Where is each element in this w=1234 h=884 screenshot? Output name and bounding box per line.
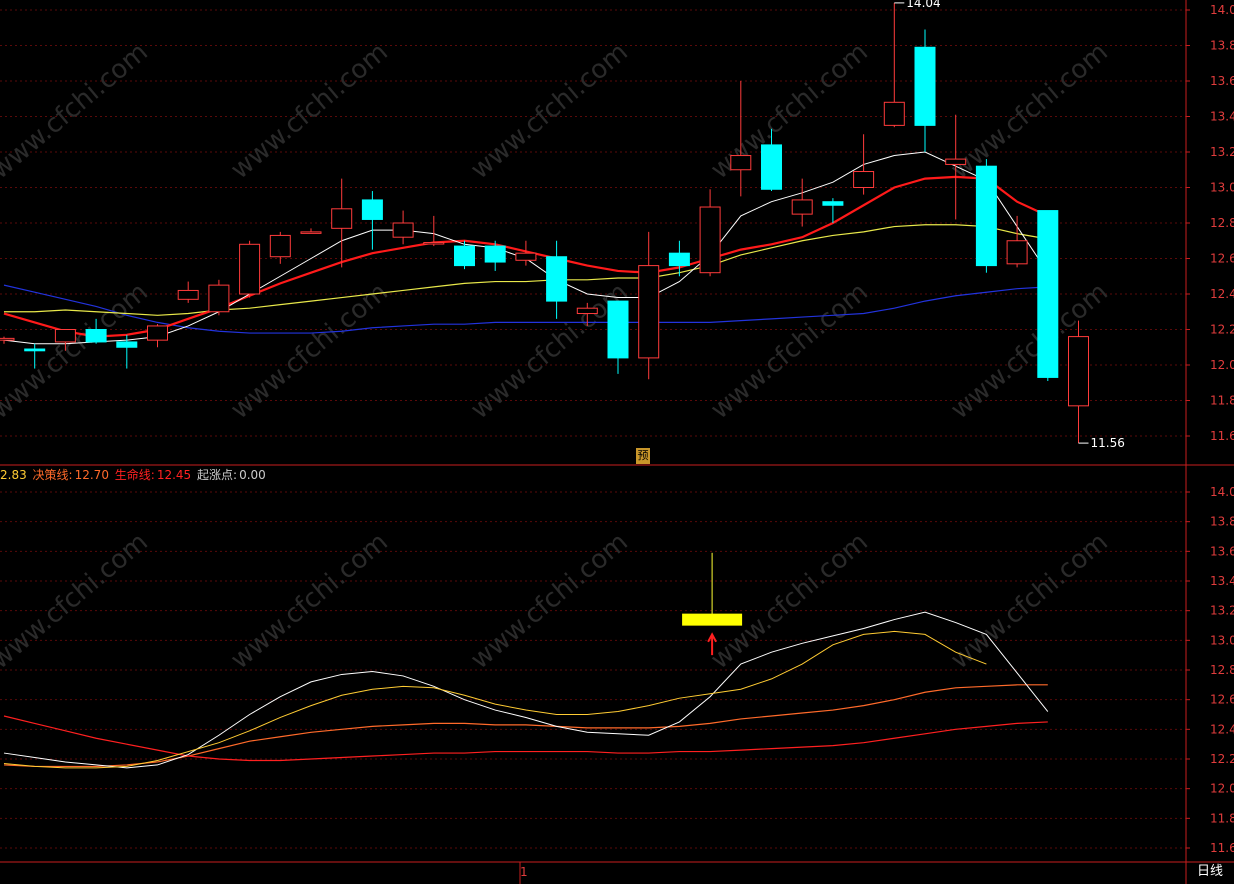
main-y-tick-label: 13.40 xyxy=(1210,110,1234,124)
candle-body-up xyxy=(791,199,813,215)
main-y-tick-label: 12.20 xyxy=(1210,323,1234,337)
partial-indicator-value: 2.83 xyxy=(0,468,27,482)
candle-body-up xyxy=(300,231,322,234)
watermark: www.cfchi.com xyxy=(705,277,874,425)
watermark: www.cfchi.com xyxy=(0,277,154,425)
signal-bar xyxy=(682,613,743,626)
lower-y-tick-label: 12.60 xyxy=(1210,693,1234,707)
main-y-tick-label: 11.80 xyxy=(1210,394,1234,408)
candle-body-up xyxy=(0,337,15,341)
candle-body-up xyxy=(576,307,598,315)
candle-body-up xyxy=(945,158,967,165)
candle-body-down xyxy=(761,144,782,190)
watermark: www.cfchi.com xyxy=(945,37,1114,185)
lower-y-tick-label: 13.20 xyxy=(1210,604,1234,618)
candle-body-down xyxy=(85,329,107,343)
watermark: www.cfchi.com xyxy=(225,527,394,675)
candle-body-up xyxy=(331,208,353,229)
lower-y-tick-label: 12.20 xyxy=(1210,752,1234,766)
watermark: www.cfchi.com xyxy=(0,37,154,185)
main-y-tick-label: 13.20 xyxy=(1210,145,1234,159)
decision-line xyxy=(3,684,1048,768)
watermark: www.cfchi.com xyxy=(705,527,874,675)
candle-body-up xyxy=(208,284,230,313)
candle-body-down xyxy=(361,199,383,220)
candle-body-up xyxy=(1068,336,1089,407)
lower-y-tick-label: 12.80 xyxy=(1210,663,1234,677)
lower-y-tick-label: 13.80 xyxy=(1210,515,1234,529)
candle-body-up xyxy=(239,243,261,295)
main-y-tick-label: 12.60 xyxy=(1210,252,1234,266)
candle-body-down xyxy=(668,252,690,267)
watermark: www.cfchi.com xyxy=(0,527,154,675)
candle-body-down xyxy=(975,165,997,267)
lower-y-tick-label: 12.00 xyxy=(1210,782,1234,796)
watermark: www.cfchi.com xyxy=(225,37,394,185)
watermark: www.cfchi.com xyxy=(225,277,394,425)
watermark: www.cfchi.com xyxy=(465,37,634,185)
candle-body-up xyxy=(392,222,414,238)
period-selector[interactable]: 日线 xyxy=(1186,862,1234,884)
life-line-value: 12.45 xyxy=(156,468,192,482)
candle-body-down xyxy=(116,341,138,348)
candle-body-down xyxy=(484,245,506,263)
life-line xyxy=(3,715,1048,762)
candle-body-up xyxy=(638,265,660,359)
main-y-tick-label: 13.60 xyxy=(1210,74,1234,88)
candle-body-up xyxy=(177,289,199,300)
lower-y-tick-label: 11.80 xyxy=(1210,811,1234,825)
main-y-tick-label: 12.80 xyxy=(1210,216,1234,230)
candle-body-up xyxy=(269,234,291,258)
lower-y-tick-label: 13.00 xyxy=(1210,633,1234,647)
high-annotation: 14.04 xyxy=(906,0,940,10)
low-annotation: 11.56 xyxy=(1091,436,1125,450)
main-y-tick-label: 12.00 xyxy=(1210,358,1234,372)
main-y-tick-label: 12.40 xyxy=(1210,287,1234,301)
ma20-line xyxy=(4,224,1048,316)
candle-body-down xyxy=(454,245,475,267)
main-y-tick-label: 13.80 xyxy=(1210,39,1234,53)
indicator-bar: 2.83 决策线: 12.70 生命线: 12.45 起涨点: 0.00 xyxy=(0,466,268,483)
candle-body-up xyxy=(147,325,168,341)
chart-canvas: www.cfchi.com www.cfchi.com www.cfchi.com w… xyxy=(0,0,1234,884)
main-y-tick-label: 11.60 xyxy=(1210,429,1234,443)
candle-body-up xyxy=(1006,240,1028,265)
lower-y-tick-label: 13.40 xyxy=(1210,574,1234,588)
candle-body-up xyxy=(54,329,76,343)
lower-y-tick-label: 14.00 xyxy=(1210,485,1234,499)
lower-y-tick-label: 13.60 xyxy=(1210,544,1234,558)
candle-body-down xyxy=(607,300,629,359)
candle-body-down xyxy=(1037,210,1059,378)
candle-body-up xyxy=(853,171,875,188)
candle-body-down xyxy=(822,201,844,206)
candle-body-down xyxy=(546,256,568,302)
candle-body-down xyxy=(914,46,936,126)
decision-line-label: 决策线: xyxy=(32,468,73,482)
candle-body-up xyxy=(730,155,752,171)
lower-y-tick-label: 12.40 xyxy=(1210,722,1234,736)
start-point-label: 起涨点: xyxy=(197,468,238,482)
bottom-marker: 1 xyxy=(520,865,528,879)
candle-body-up xyxy=(883,101,905,126)
start-point-value: 0.00 xyxy=(239,468,266,482)
candle-body-up xyxy=(515,252,537,261)
watermark: www.cfchi.com xyxy=(465,527,634,675)
life-line-label: 生命线: xyxy=(114,468,155,482)
watermark: www.cfchi.com xyxy=(945,527,1114,675)
candle-body-up xyxy=(423,242,445,245)
candle-body-down xyxy=(24,348,46,352)
main-y-tick-label: 13.00 xyxy=(1210,181,1234,195)
decision-line-value: 12.70 xyxy=(74,468,109,482)
candle-body-up xyxy=(699,206,721,274)
lower-y-tick-label: 11.60 xyxy=(1210,841,1234,855)
forecast-badge[interactable]: 预 xyxy=(636,448,650,464)
main-y-tick-label: 14.00 xyxy=(1210,3,1234,17)
